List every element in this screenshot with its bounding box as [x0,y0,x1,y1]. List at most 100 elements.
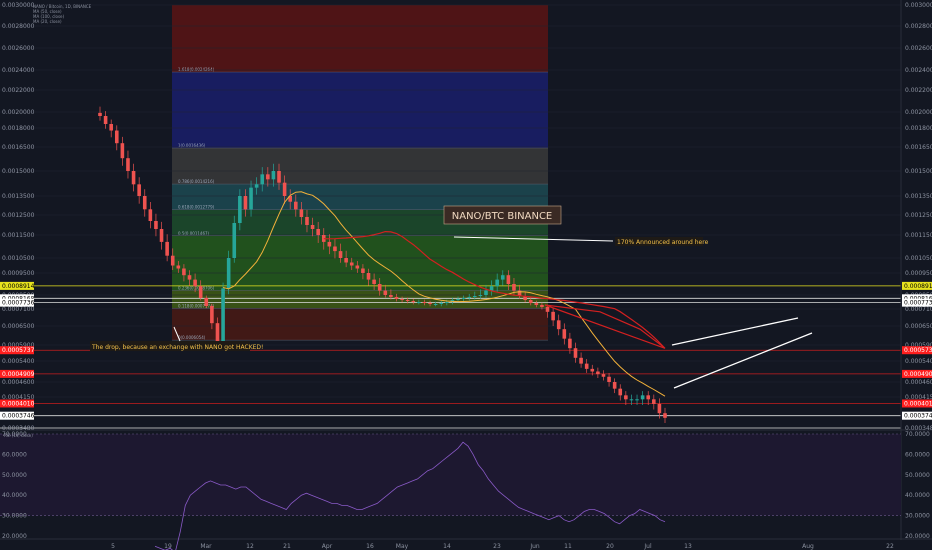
x-tick-label: 14 [443,543,451,550]
candle-body [355,265,360,269]
x-tick-label: Jul [643,543,652,550]
candle-body [221,288,225,342]
x-tick-label: Apr [322,543,333,550]
candle-body [473,296,477,297]
y-tick-label: 0.0030000 [905,2,932,9]
rsi-y-tick: 70.0000 [905,431,930,438]
x-tick-label: May [396,543,409,550]
y-tick-label: 0.0012500 [905,212,932,219]
fib-zone [172,5,548,73]
candle-body [238,196,242,223]
candle-body [417,302,421,303]
candle-body [305,217,309,225]
rsi-label: RSI (14, close) [4,433,33,438]
candle-body [349,262,354,266]
price-chart[interactable]: 1.618(0.0024264) 1(0.0016436) 0.786(0.0014… [0,0,932,550]
fib-zone [172,72,548,149]
candle-body [601,374,606,377]
y-tick-label: 0.0010500 [905,255,932,262]
candle-body [506,275,511,284]
x-tick-label: Mar [200,543,212,550]
candle-body [607,376,611,382]
candle-body [383,290,388,295]
chart-title: NANO/BTC BINANCE [452,211,553,222]
fib-label: 0.786(0.0014216) [178,179,215,184]
y-tick-label-left: 0.0005400 [2,358,35,365]
rsi-y-tick: 30.0000 [905,513,930,520]
y-tick-label-left: 0.0013500 [2,193,35,200]
candle-body [422,302,427,303]
price-tag-left-label: 0.0003746 [2,413,35,420]
rsi-y-tick-left: 30.0000 [2,513,27,520]
y-tick-label: 0.0016500 [905,144,932,151]
legend-entry: MA (20, close) [33,19,62,24]
candle-body [456,299,460,300]
y-tick-label-left: 0.0018000 [2,125,35,132]
candle-body [366,273,371,280]
candle-body [165,241,169,256]
x-tick-label: 22 [886,543,894,550]
x-tick-label: 13 [684,543,692,550]
candle-body [624,395,628,400]
y-tick-label-left: 0.0009500 [2,270,35,277]
candle-body [556,320,561,330]
candle-body [210,306,214,324]
candle-body [652,399,656,404]
candle-body [467,297,472,298]
candle-body [528,300,533,303]
y-tick-label: 0.0022000 [905,87,932,94]
candle-body [478,295,483,296]
candle-body [249,187,253,210]
y-tick-label: 0.0005400 [905,358,932,365]
price-tag-right-label: 0.0003746 [904,413,932,420]
candle-body [316,229,320,235]
candle-body [243,196,248,210]
candle-body [310,225,315,229]
candle-body [226,258,231,289]
candle-body [500,275,505,280]
candle-body [512,284,516,291]
y-tick-label-left: 0.0010500 [2,255,35,262]
x-tick-label: 23 [493,543,501,550]
candle-body [640,395,645,400]
candle-body [433,304,438,305]
fib-zone [172,148,548,185]
y-tick-label: 0.0011500 [905,232,932,239]
candle-body [204,298,209,306]
candle-body [299,209,304,217]
candle-body [109,124,113,131]
candle-body [405,300,410,301]
candle-body [176,265,181,269]
fib-zone [172,308,548,341]
candle-body [377,284,382,291]
y-tick-label-left: 0.0007100 [2,306,35,313]
candle-body [573,348,578,358]
y-tick-label-left: 0.0028000 [2,23,35,30]
y-tick-label-left: 0.0026000 [2,45,35,52]
candle-body [612,382,617,389]
fib-label: 0.118(0.0007174) [178,303,215,308]
fib-label: 0(0.0006054) [178,335,206,340]
x-tick-label: 12 [246,543,254,550]
candle-body [260,174,265,185]
candle-body [333,246,337,252]
candle-body [159,229,164,242]
x-tick-label: Jun [529,543,540,550]
y-tick-label: 0.0026000 [905,45,932,52]
y-tick-label-left: 0.0015000 [2,168,35,175]
candle-body [131,171,136,185]
candle-body [411,301,416,302]
candle-body [114,130,119,144]
y-tick-label: 0.0018000 [905,125,932,132]
y-tick-label-left: 0.0030000 [2,2,35,9]
price-tag-right-label: 0.0004909 [904,371,932,378]
rsi-y-tick: 20.0000 [905,533,930,540]
y-tick-label: 0.0013500 [905,193,932,200]
price-tag-right-label: 0.0008914 [904,283,932,290]
y-tick-label-left: 0.0004600 [2,379,35,386]
candle-body [282,182,287,196]
y-tick-label-left: 0.0020000 [2,109,35,116]
candle-body [120,143,125,159]
candle-body [400,299,404,300]
fib-label: 0.618(0.0012779) [178,205,215,210]
